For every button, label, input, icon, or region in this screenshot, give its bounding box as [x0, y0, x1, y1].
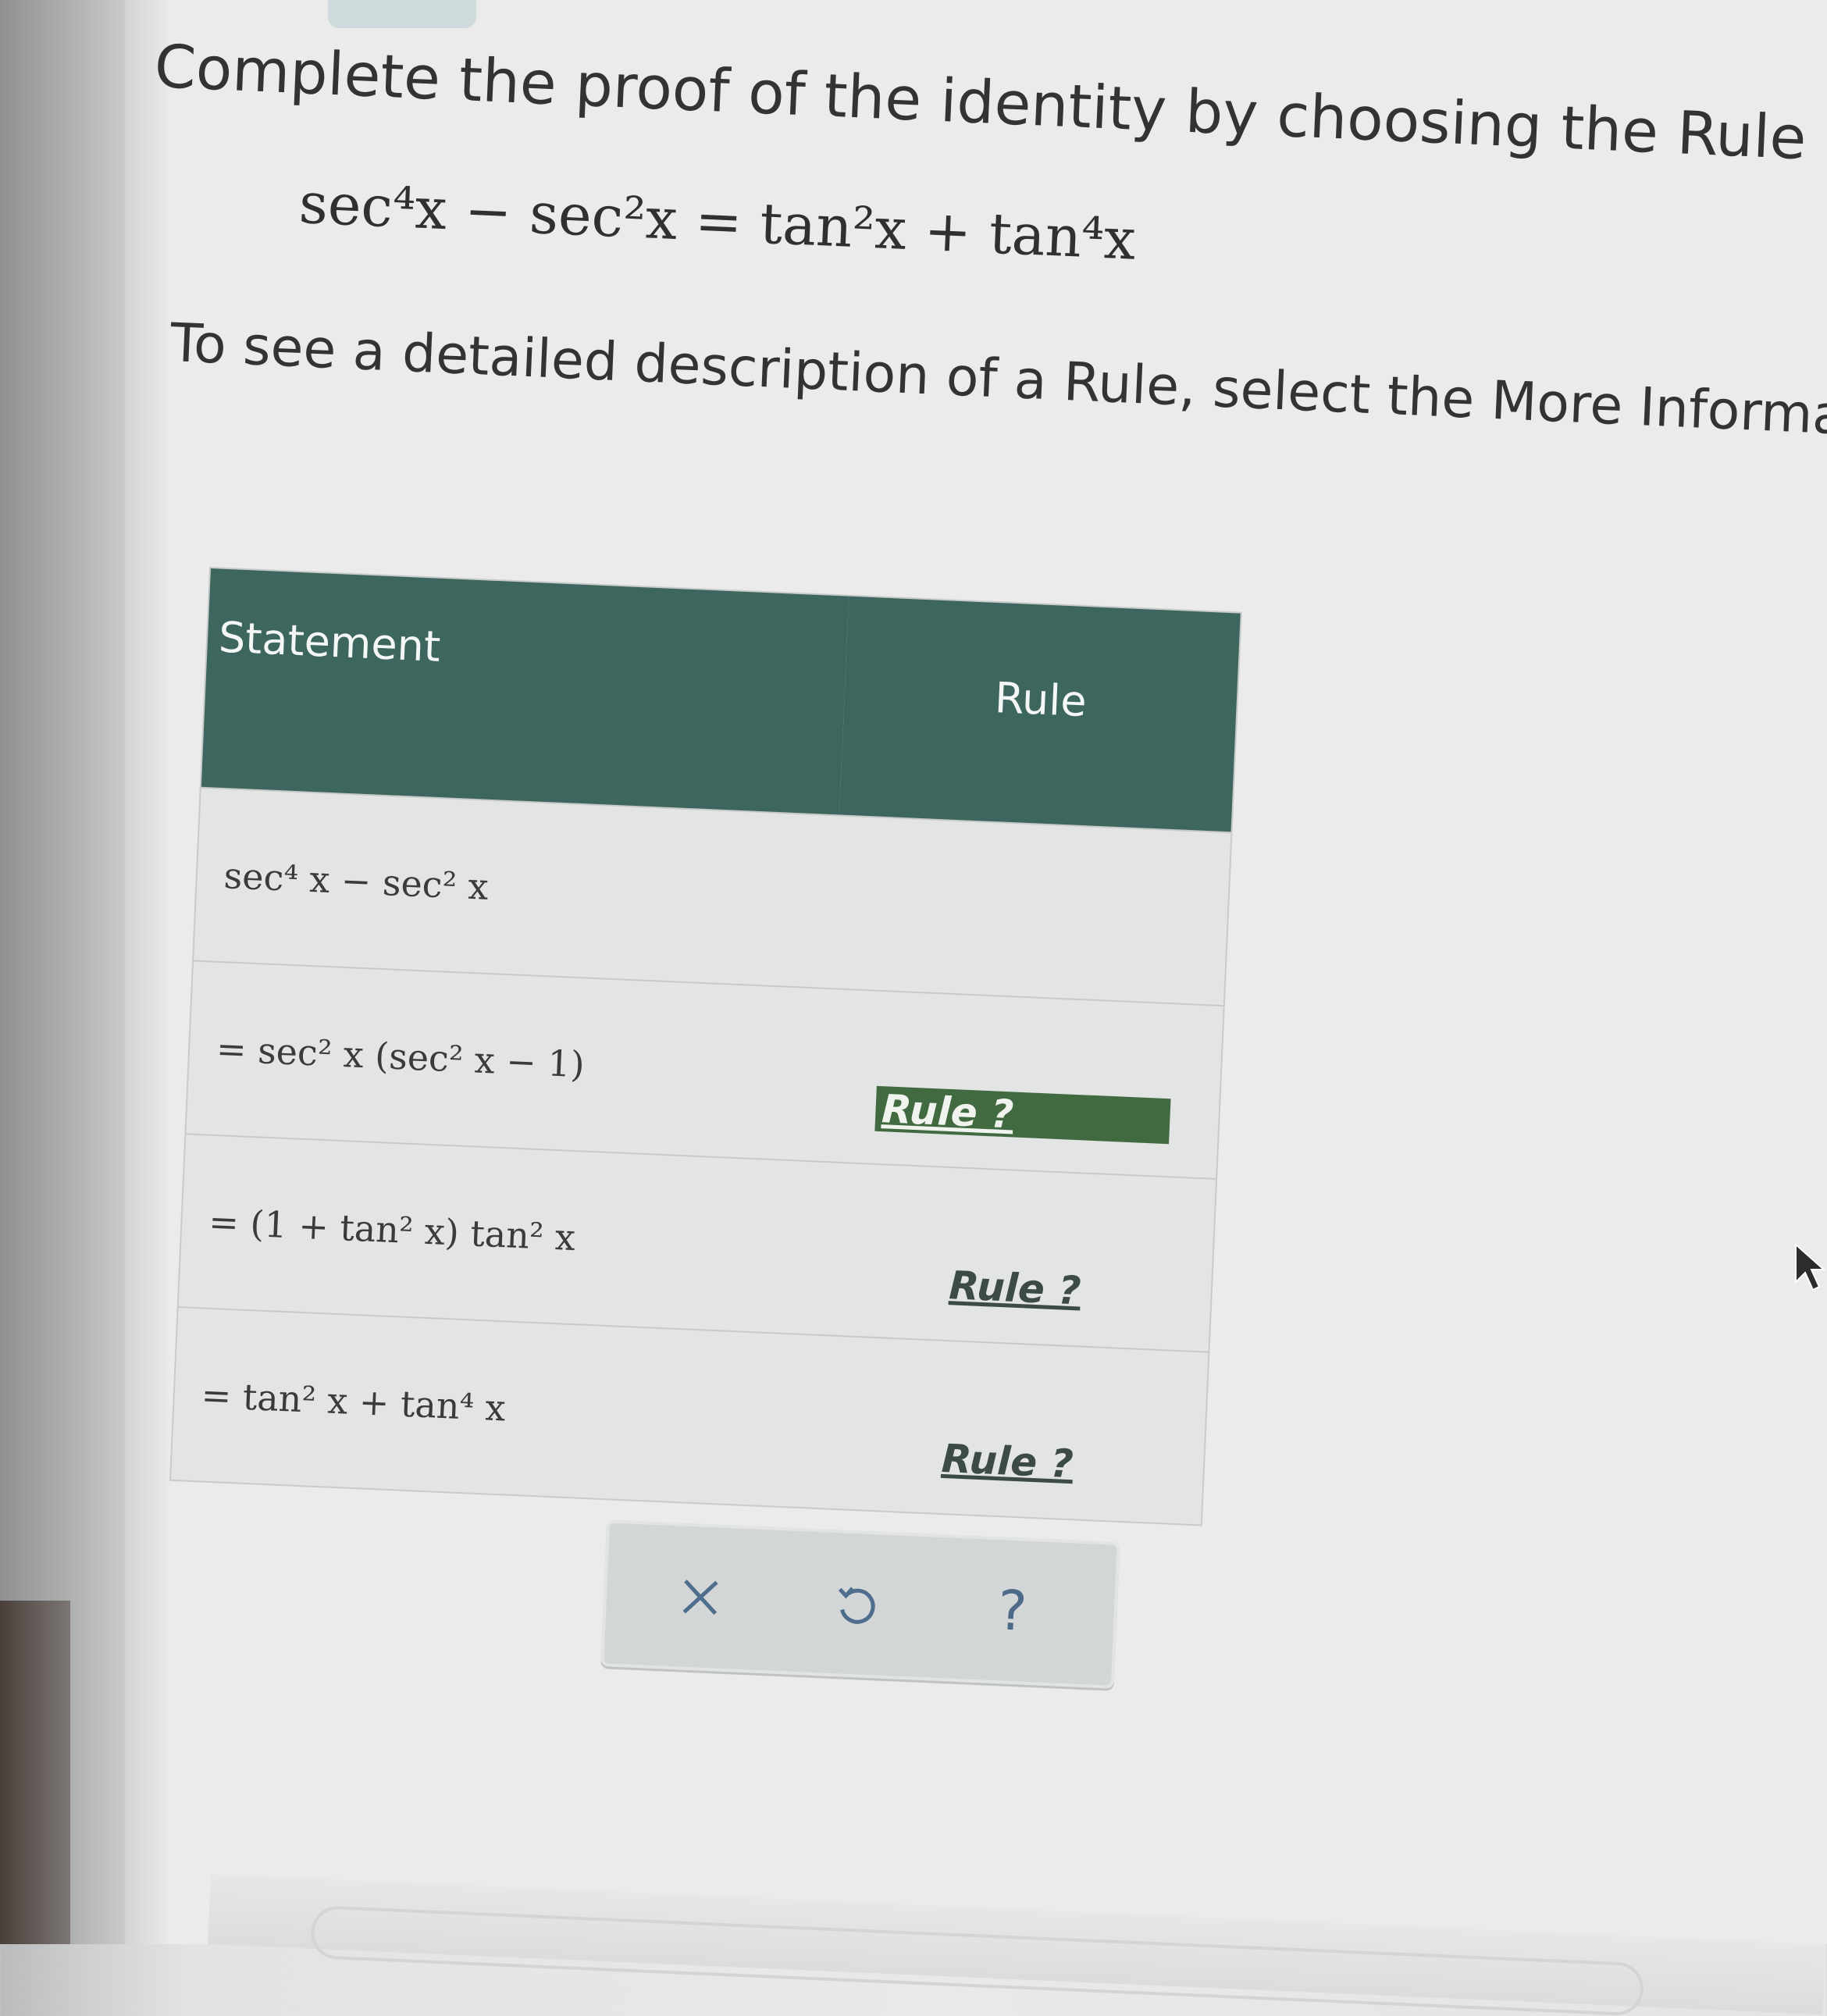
statement-cell: sec⁴ x − sec² x	[194, 787, 840, 989]
monitor-frame-shadow	[0, 1601, 70, 1944]
proof-panel: Statement Rule sec⁴ x − sec² x = sec² x …	[171, 568, 1241, 1689]
proof-table: Statement Rule sec⁴ x − sec² x = sec² x …	[171, 568, 1241, 1525]
rule-link[interactable]: Rule ?	[948, 1263, 1081, 1313]
top-tab[interactable]	[328, 0, 476, 28]
screen-edge-shadow	[125, 0, 172, 1944]
undo-icon	[838, 1587, 875, 1624]
rule-cell-empty	[832, 815, 1231, 1006]
rule-header: Rule	[839, 596, 1241, 833]
rule-link[interactable]: Rule ?	[941, 1436, 1074, 1487]
undo-button[interactable]	[816, 1563, 897, 1644]
clear-button[interactable]	[660, 1556, 741, 1637]
mouse-cursor-icon	[1795, 1243, 1826, 1291]
rule-cell: Rule ?	[817, 1162, 1216, 1352]
table-header-row: Statement Rule	[201, 568, 1241, 833]
help-button[interactable]: ?	[972, 1570, 1053, 1651]
rule-cell: Rule ?	[824, 988, 1223, 1179]
statement-cell: = tan² x + tan⁴ x	[171, 1307, 817, 1508]
answer-toolbar: ?	[600, 1519, 1120, 1689]
statement-cell: = (1 + tan² x) tan² x	[178, 1134, 824, 1335]
rule-link-selected[interactable]: Rule ?	[874, 1085, 1171, 1145]
statement-header: Statement	[201, 568, 849, 816]
close-icon	[682, 1580, 718, 1615]
rule-cell: Rule ?	[809, 1334, 1209, 1525]
statement-cell: = sec² x (sec² x − 1)	[186, 960, 832, 1163]
